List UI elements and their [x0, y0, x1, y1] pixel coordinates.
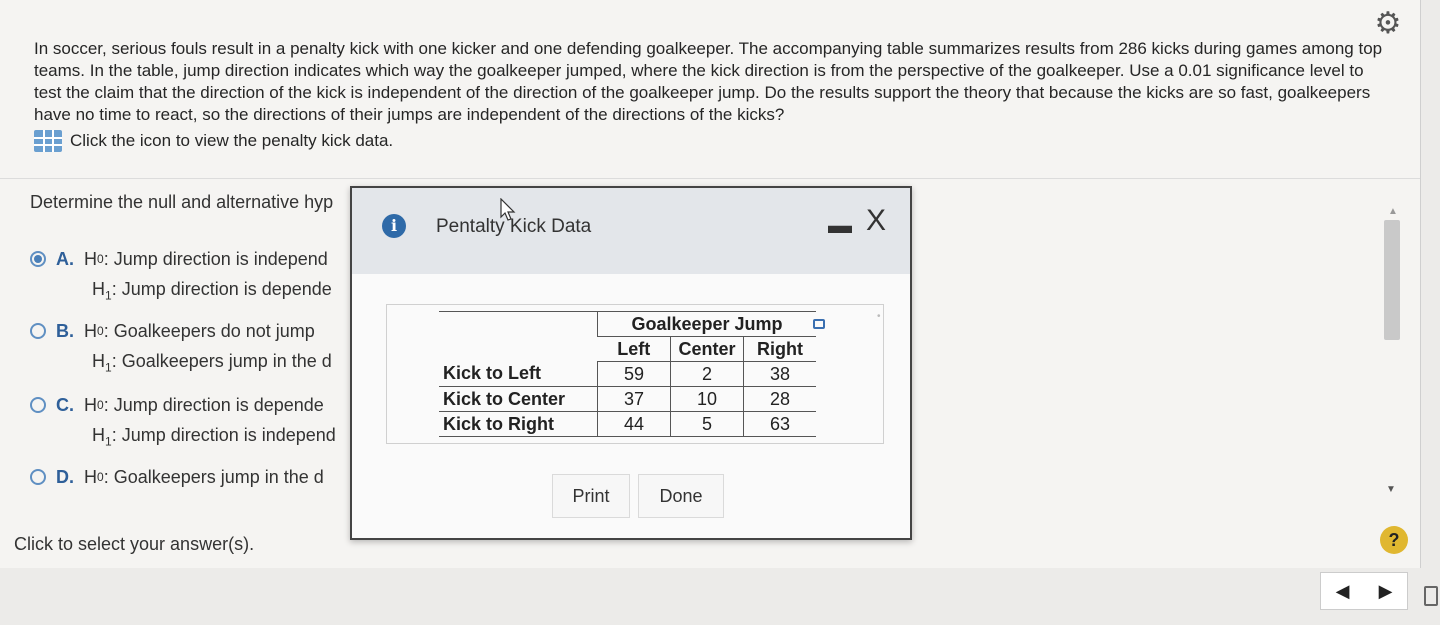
next-question-button[interactable]: ▶: [1364, 573, 1407, 609]
table-corner-2: [439, 337, 598, 362]
table-cell: 63: [743, 411, 816, 437]
close-button[interactable]: X: [866, 204, 886, 238]
table-cell: 44: [597, 411, 671, 437]
option-b-h1-label: H: [92, 351, 105, 371]
option-d-letter: D.: [56, 467, 74, 487]
option-a-h1-label: H: [92, 279, 105, 299]
option-c-h1: : Jump direction is independ: [111, 425, 336, 445]
option-b-letter: B.: [56, 321, 74, 341]
scrollbar-thumb[interactable]: [1384, 220, 1400, 340]
copy-icon[interactable]: [813, 319, 825, 329]
table-cell: 38: [743, 361, 816, 387]
option-c-h0: : Jump direction is depende: [103, 395, 324, 415]
option-d-h0-sub: 0: [97, 470, 104, 484]
mouse-cursor-icon: [500, 198, 516, 221]
option-a-letter: A.: [56, 249, 74, 269]
option-b-h1-sub: 1: [105, 360, 112, 375]
option-d-h0-label: H: [84, 467, 97, 487]
column-header-left: Left: [597, 336, 671, 362]
table-grid-icon[interactable]: [34, 130, 62, 152]
option-a-h0-sub: 0: [97, 252, 104, 266]
penalty-kick-table: Goalkeeper Jump Left Center Right Kick t…: [439, 311, 816, 437]
hypotheses-prompt: Determine the null and alternative hyp: [30, 192, 334, 212]
row-label-kick-center: Kick to Center: [439, 386, 598, 412]
option-c-radio[interactable]: [30, 397, 46, 413]
column-header-center: Center: [670, 336, 744, 362]
table-cell: 37: [597, 386, 671, 412]
help-button[interactable]: ?: [1380, 526, 1408, 554]
data-link[interactable]: Click the icon to view the penalty kick …: [34, 130, 1394, 152]
option-c[interactable]: C. H0: Jump direction is depende H1: Jum…: [30, 390, 336, 457]
option-a-h1: : Jump direction is depende: [111, 279, 332, 299]
print-button[interactable]: Print: [552, 474, 630, 518]
option-d-h0: : Goalkeepers jump in the d: [103, 467, 324, 487]
info-icon: i: [382, 214, 406, 238]
option-b-radio[interactable]: [30, 323, 46, 339]
question-text-block: In soccer, serious fouls result in a pen…: [34, 38, 1394, 152]
table-cell: 10: [670, 386, 744, 412]
option-b-h0: : Goalkeepers do not jump: [103, 321, 315, 341]
minimize-button[interactable]: ▬: [828, 212, 852, 240]
row-label-kick-left: Kick to Left: [439, 361, 598, 387]
table-cell: 5: [670, 411, 744, 437]
option-d[interactable]: D. H0: Goalkeepers jump in the d: [30, 462, 324, 492]
data-link-label[interactable]: Click the icon to view the penalty kick …: [70, 130, 393, 152]
table-cell: 59: [597, 361, 671, 387]
table-cell: 28: [743, 386, 816, 412]
option-a-h0: : Jump direction is independ: [103, 249, 328, 269]
dialog-header[interactable]: i Pentalty Kick Data ▬ X: [352, 188, 910, 274]
option-c-letter: C.: [56, 395, 74, 415]
row-label-kick-right: Kick to Right: [439, 411, 598, 437]
section-divider: [0, 178, 1420, 179]
option-b[interactable]: B. H0: Goalkeepers do not jump H1: Goalk…: [30, 316, 332, 383]
done-button[interactable]: Done: [638, 474, 724, 518]
option-a-radio[interactable]: [30, 251, 46, 267]
question-nav: ◀ ▶: [1320, 572, 1408, 610]
option-b-h1: : Goalkeepers jump in the d: [111, 351, 332, 371]
table-cell: 2: [670, 361, 744, 387]
click-to-select-hint: Click to select your answer(s).: [14, 534, 255, 554]
penalty-kick-data-dialog: i Pentalty Kick Data ▬ X Goalkeeper Jump…: [350, 186, 912, 540]
side-panel-icon[interactable]: [1424, 586, 1438, 606]
option-c-h1-label: H: [92, 425, 105, 445]
table-row: Kick to Center 37 10 28: [439, 386, 816, 412]
column-header-right: Right: [743, 336, 816, 362]
scroll-up-arrow-icon[interactable]: ▲: [1388, 206, 1398, 217]
option-a-h1-sub: 1: [105, 288, 112, 303]
option-c-h0-label: H: [84, 395, 97, 415]
option-c-h1-sub: 1: [105, 434, 112, 449]
table-row: Kick to Left 59 2 38: [439, 361, 816, 387]
question-text: In soccer, serious fouls result in a pen…: [34, 39, 1383, 124]
option-a[interactable]: A. H0: Jump direction is independ H1: Ju…: [30, 244, 332, 311]
prev-question-button[interactable]: ◀: [1321, 573, 1364, 609]
more-dots-icon[interactable]: •: [877, 311, 881, 322]
option-b-h0-label: H: [84, 321, 97, 341]
option-b-h0-sub: 0: [97, 324, 104, 338]
option-d-radio[interactable]: [30, 469, 46, 485]
table-corner: [439, 311, 598, 337]
table-row: Kick to Right 44 5 63: [439, 411, 816, 437]
option-a-h0-label: H: [84, 249, 97, 269]
group-header: Goalkeeper Jump: [597, 311, 816, 337]
option-c-h0-sub: 0: [97, 398, 104, 412]
data-table-container: Goalkeeper Jump Left Center Right Kick t…: [386, 304, 884, 444]
scroll-down-arrow-icon[interactable]: ▼: [1386, 484, 1396, 495]
gear-icon[interactable]: ⚙: [1372, 8, 1404, 40]
